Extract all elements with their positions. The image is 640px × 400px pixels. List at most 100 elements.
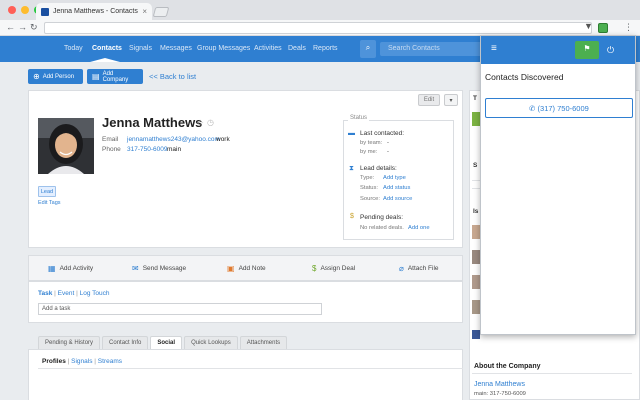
facebook-icon[interactable]: [472, 330, 480, 339]
status-label: Status:: [360, 185, 379, 191]
email-type: work: [216, 136, 230, 143]
tab-event[interactable]: Event: [58, 290, 75, 297]
dollar-icon: $: [350, 213, 354, 220]
divider: [472, 373, 632, 374]
add-activity-button[interactable]: ▦ Add Activity: [48, 264, 93, 273]
add-type-link[interactable]: Add type: [383, 175, 406, 181]
phone-label: Phone: [102, 146, 121, 153]
edit-button[interactable]: Edit: [418, 94, 440, 106]
sidebar-heading-t: T: [473, 95, 477, 102]
close-tab-icon[interactable]: ×: [142, 7, 147, 16]
nav-today[interactable]: Today: [64, 45, 83, 52]
add-person-label: Add Person: [42, 73, 75, 80]
tab-social[interactable]: Social: [150, 336, 183, 349]
lead-tag-badge[interactable]: Lead: [38, 186, 56, 197]
by-me-value: -: [387, 149, 389, 155]
back-to-list-link[interactable]: << Back to list: [149, 72, 196, 81]
phone-icon: ✆: [529, 104, 538, 113]
close-window-button[interactable]: [8, 6, 16, 14]
edit-tags-link[interactable]: Edit Tags: [38, 200, 61, 206]
tab-attachments[interactable]: Attachments: [239, 336, 288, 349]
source-label: Source:: [360, 196, 380, 202]
dollar-icon: $: [312, 264, 317, 273]
browser-tab-title: Jenna Matthews - Contacts |: [53, 8, 139, 15]
social-subtabs: Profiles | Signals | Streams: [42, 358, 122, 365]
contact-name: Jenna Matthews: [102, 115, 203, 130]
tab-log-touch[interactable]: Log Touch: [80, 290, 110, 297]
subtab-signals[interactable]: Signals: [71, 358, 92, 365]
discovered-phone-button[interactable]: ✆ (317) 750-6009: [485, 98, 633, 118]
no-deals-text: No related deals.: [360, 225, 404, 231]
browser-tab[interactable]: Jenna Matthews - Contacts | ×: [36, 3, 152, 20]
add-task-input[interactable]: Add a task: [38, 303, 322, 315]
back-arrow-icon[interactable]: ←: [6, 22, 15, 32]
chat-icon: ▬: [348, 130, 355, 137]
type-label: Type:: [360, 175, 375, 181]
add-person-button[interactable]: ⊕ Add Person: [28, 69, 83, 84]
pending-deals-label: Pending deals:: [360, 214, 404, 221]
minimize-window-button[interactable]: [21, 6, 29, 14]
tab-quick-lookups[interactable]: Quick Lookups: [184, 336, 238, 349]
nav-messages[interactable]: Messages: [160, 45, 192, 52]
search-icon[interactable]: ⌕: [360, 40, 376, 58]
browser-menu-icon[interactable]: ⋮: [624, 22, 633, 33]
nav-group-messages[interactable]: Group Messages: [197, 45, 250, 52]
contacts-extension-icon[interactable]: [598, 23, 608, 33]
filter-extension-icon[interactable]: ▼: [584, 21, 594, 31]
nav-contacts[interactable]: Contacts: [92, 45, 122, 52]
add-note-label: Add Note: [238, 265, 266, 272]
note-icon: ▣: [227, 264, 235, 273]
divider: [38, 368, 463, 369]
last-contacted-label: Last contacted:: [360, 130, 405, 137]
search-input[interactable]: Search Contacts: [380, 42, 484, 56]
nav-signals[interactable]: Signals: [129, 45, 152, 52]
star-icon[interactable]: ☆: [196, 118, 204, 129]
assign-deal-button[interactable]: $ Assign Deal: [312, 264, 355, 273]
tab-contact-info[interactable]: Contact Info: [102, 336, 149, 349]
avatar: [38, 118, 94, 174]
forward-arrow-icon[interactable]: →: [18, 22, 27, 32]
attach-file-button[interactable]: ⌀ Attach File: [399, 264, 439, 273]
hamburger-menu-icon[interactable]: ≡: [491, 44, 497, 54]
tab-pending-history[interactable]: Pending & History: [38, 336, 101, 349]
add-note-button[interactable]: ▣ Add Note: [227, 264, 266, 273]
phone-link[interactable]: 317-750-6009: [127, 146, 167, 153]
lead-details-label: Lead details:: [360, 165, 397, 172]
envelope-icon: ✉: [132, 264, 139, 273]
add-source-link[interactable]: Add source: [383, 196, 412, 202]
nav-activities[interactable]: Activities: [254, 45, 282, 52]
add-company-button[interactable]: ▤ Add Company: [87, 69, 143, 84]
clock-icon[interactable]: ◷: [207, 118, 214, 127]
hourglass-icon: ⧗: [349, 165, 354, 172]
nav-deals[interactable]: Deals: [288, 45, 306, 52]
about-contact-phone: main: 317-750-6009: [474, 391, 526, 397]
add-company-icon: ▤: [92, 72, 100, 81]
nav-reports[interactable]: Reports: [313, 45, 338, 52]
add-deal-link[interactable]: Add one: [408, 225, 430, 231]
about-contact-name[interactable]: Jenna Matthews: [474, 381, 525, 388]
browser-toolbar: ← → ↻ ▼ ⋮: [0, 20, 640, 36]
reload-icon[interactable]: ↻: [30, 22, 38, 33]
discovered-phone-label: (317) 750-6009: [537, 104, 589, 113]
edit-dropdown-button[interactable]: ▾: [444, 94, 458, 106]
flag-icon[interactable]: ⚑: [575, 41, 599, 59]
email-link[interactable]: jennamatthews243@yahoo.com: [127, 136, 220, 143]
divider: [472, 188, 480, 189]
add-status-link[interactable]: Add status: [383, 185, 410, 191]
calendar-icon: ▦: [48, 264, 56, 273]
by-team-value: -: [387, 140, 389, 146]
new-tab-button[interactable]: [152, 7, 170, 17]
by-team-label: by team:: [360, 140, 383, 146]
subtab-profiles[interactable]: Profiles: [42, 358, 66, 365]
tab-task[interactable]: Task: [38, 290, 52, 297]
send-message-button[interactable]: ✉ Send Message: [132, 264, 186, 273]
popup-title: Contacts Discovered: [485, 72, 564, 82]
phone-type: main: [167, 146, 182, 153]
add-person-icon: ⊕: [33, 72, 40, 81]
attach-file-label: Attach File: [407, 265, 439, 272]
sidebar-heading-is: Is: [473, 208, 479, 215]
task-panel: [28, 281, 463, 323]
subtab-streams[interactable]: Streams: [98, 358, 122, 365]
address-bar[interactable]: [44, 22, 592, 34]
power-icon[interactable]: ⏻: [607, 45, 614, 56]
